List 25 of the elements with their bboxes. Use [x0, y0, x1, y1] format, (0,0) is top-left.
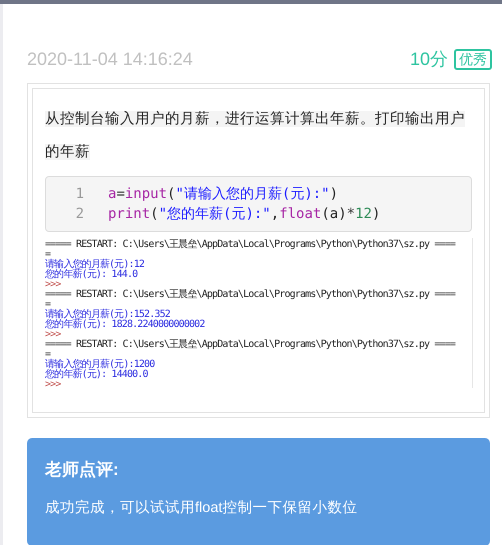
restart-line: = [45, 250, 51, 260]
output-line: 您的年薪(元): 1828.2240000000002 [45, 320, 206, 330]
output-line: 请输入您的月薪(元):1200 [45, 360, 156, 370]
restart-line: ===== RESTART: C:\Users\王晨垒\AppData\Local\Programs\Python\Python37\sz.py ==== [45, 340, 456, 350]
prompt-line: >>> [45, 330, 62, 340]
grade-badge: 优秀 [454, 48, 492, 70]
restart-line: = [45, 300, 51, 310]
question-text: 从控制台输入用户的月薪，进行运算计算出年薪。打印输出用户的年薪 [45, 110, 466, 162]
prompt-line: >>> [45, 380, 62, 390]
line-number: 2 [74, 205, 84, 224]
restart-line: ===== RESTART: C:\Users\王晨垒\AppData\Local\Programs\Python\Python37\sz.py ==== [45, 290, 456, 300]
submission-time: 2020-11-04 14:16:24 [27, 48, 193, 70]
review-comment: 成功完成，可以试试用float控制一下保留小数位 [45, 498, 358, 518]
prompt-line: >>> [45, 280, 62, 290]
restart-line: = [45, 350, 51, 360]
output-line: 请输入您的月薪(元):12 [45, 260, 146, 270]
code-line: a=input("请输入您的月薪(元):") [108, 185, 340, 204]
score: 10分 [410, 48, 448, 70]
output-line: 您的年薪(元): 144.0 [45, 270, 138, 280]
line-number: 1 [74, 185, 84, 204]
restart-line: ===== RESTART: C:\Users\王晨垒\AppData\Local\Programs\Python\Python37\sz.py ==== [45, 240, 456, 250]
review-title: 老师点评: [45, 459, 120, 481]
code-line: print("您的年薪(元):",float(a)*12) [108, 205, 380, 224]
output-line: 您的年薪(元): 14400.0 [45, 370, 149, 380]
output-line: 请输入您的月薪(元):152.352 [45, 310, 170, 320]
